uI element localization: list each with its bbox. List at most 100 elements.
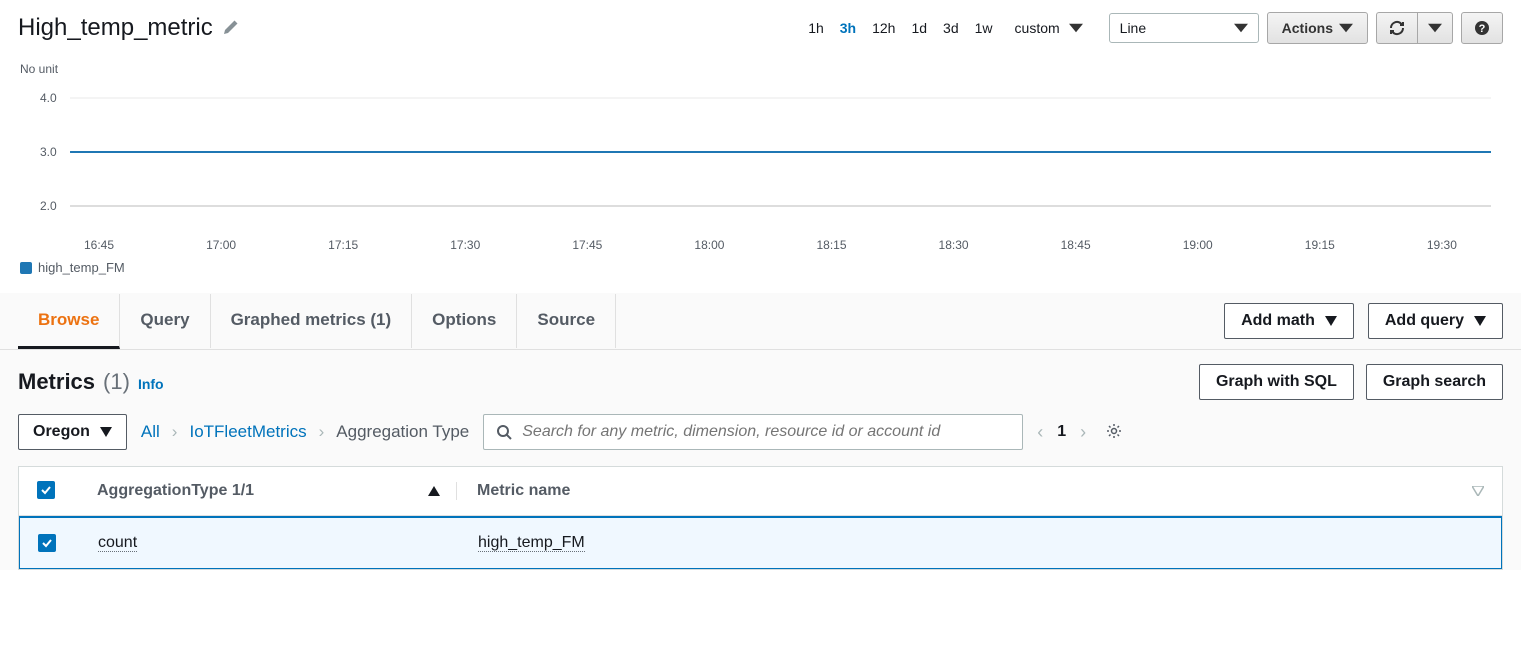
ytick-2: 2.0 bbox=[40, 199, 57, 213]
refresh-icon bbox=[1389, 20, 1405, 36]
search-box[interactable] bbox=[483, 414, 1023, 450]
caret-down-icon bbox=[1069, 21, 1083, 35]
refresh-button-group bbox=[1376, 12, 1453, 44]
graph-with-sql-button[interactable]: Graph with SQL bbox=[1199, 364, 1354, 400]
edit-icon[interactable] bbox=[223, 19, 239, 38]
breadcrumb-current: Aggregation Type bbox=[336, 422, 469, 442]
line-chart[interactable]: 4.0 3.0 2.0 bbox=[20, 84, 1501, 234]
legend-swatch bbox=[20, 262, 32, 274]
chart-xticks: 16:45 17:00 17:15 17:30 17:45 18:00 18:1… bbox=[20, 234, 1501, 252]
tab-browse[interactable]: Browse bbox=[18, 294, 120, 349]
help-icon: ? bbox=[1474, 20, 1490, 36]
breadcrumb-all[interactable]: All bbox=[141, 422, 160, 442]
xtick: 18:00 bbox=[694, 238, 724, 252]
caret-down-icon bbox=[1428, 21, 1442, 35]
checkbox-checked-icon bbox=[37, 481, 55, 499]
column-aggregation-type[interactable]: AggregationType 1/1 bbox=[97, 482, 457, 500]
column-aggregation-label: AggregationType 1/1 bbox=[97, 482, 254, 500]
time-range-custom-label: custom bbox=[1009, 16, 1066, 40]
chevron-right-icon: › bbox=[319, 422, 325, 442]
info-link[interactable]: Info bbox=[138, 376, 164, 392]
actions-label: Actions bbox=[1282, 20, 1333, 36]
page-number: 1 bbox=[1057, 423, 1066, 441]
tab-source[interactable]: Source bbox=[517, 294, 616, 348]
tab-query[interactable]: Query bbox=[120, 294, 210, 348]
metrics-title-wrap: Metrics (1) Info bbox=[18, 369, 164, 395]
xtick: 19:15 bbox=[1305, 238, 1335, 252]
tab-graphed-metrics[interactable]: Graphed metrics (1) bbox=[211, 294, 413, 348]
tab-actions: Add math Add query bbox=[1224, 293, 1503, 349]
add-query-label: Add query bbox=[1385, 312, 1464, 330]
xtick: 17:30 bbox=[450, 238, 480, 252]
chart-type-select[interactable]: Line bbox=[1109, 13, 1259, 43]
time-range-3d[interactable]: 3d bbox=[937, 16, 965, 40]
xtick: 18:45 bbox=[1061, 238, 1091, 252]
checkbox-checked-icon bbox=[38, 534, 56, 552]
sort-icon bbox=[1472, 486, 1484, 496]
select-all-checkbox[interactable] bbox=[37, 481, 97, 501]
metrics-title: Metrics bbox=[18, 369, 95, 395]
add-math-label: Add math bbox=[1241, 312, 1315, 330]
time-range-1d[interactable]: 1d bbox=[905, 16, 933, 40]
tab-options[interactable]: Options bbox=[412, 294, 517, 348]
help-button[interactable]: ? bbox=[1461, 12, 1503, 44]
metrics-table: AggregationType 1/1 Metric name count hi… bbox=[18, 466, 1503, 570]
breadcrumb: All › IoTFleetMetrics › Aggregation Type bbox=[141, 422, 469, 442]
xtick: 17:00 bbox=[206, 238, 236, 252]
caret-down-icon bbox=[1474, 316, 1486, 326]
column-metric-label: Metric name bbox=[477, 482, 570, 500]
xtick: 19:30 bbox=[1427, 238, 1457, 252]
breadcrumb-namespace[interactable]: IoTFleetMetrics bbox=[189, 422, 306, 442]
caret-down-icon bbox=[1325, 316, 1337, 326]
chart-legend: high_temp_FM bbox=[20, 252, 1501, 275]
time-range-picker: 1h 3h 12h 1d 3d 1w custom bbox=[802, 12, 1088, 44]
cell-metric-name: high_temp_FM bbox=[458, 534, 1483, 552]
refresh-dropdown-button[interactable] bbox=[1417, 12, 1453, 44]
sort-asc-icon bbox=[428, 486, 440, 496]
chevron-right-icon: › bbox=[172, 422, 178, 442]
caret-down-icon bbox=[1339, 21, 1353, 35]
pager: ‹ 1 › bbox=[1037, 422, 1086, 443]
page-prev[interactable]: ‹ bbox=[1037, 422, 1043, 443]
region-select[interactable]: Oregon bbox=[18, 414, 127, 450]
metrics-head-actions: Graph with SQL Graph search bbox=[1199, 364, 1503, 400]
chart-y-unit: No unit bbox=[20, 62, 1501, 76]
page-next[interactable]: › bbox=[1080, 422, 1086, 443]
header-bar: High_temp_metric 1h 3h 12h 1d 3d 1w cust… bbox=[0, 0, 1521, 52]
region-label: Oregon bbox=[33, 423, 90, 441]
actions-button[interactable]: Actions bbox=[1267, 12, 1368, 44]
ytick-3: 3.0 bbox=[40, 145, 57, 159]
add-math-button[interactable]: Add math bbox=[1224, 303, 1354, 339]
metrics-section: Metrics (1) Info Graph with SQL Graph se… bbox=[0, 350, 1521, 570]
xtick: 17:15 bbox=[328, 238, 358, 252]
metrics-count: (1) bbox=[103, 369, 130, 395]
xtick: 18:15 bbox=[816, 238, 846, 252]
row-checkbox[interactable] bbox=[38, 534, 98, 552]
tabs: Browse Query Graphed metrics (1) Options… bbox=[18, 294, 1224, 348]
caret-down-icon bbox=[100, 427, 112, 437]
settings-icon[interactable] bbox=[1106, 423, 1122, 442]
chart-area: No unit 4.0 3.0 2.0 16:45 17:00 17:15 17… bbox=[0, 52, 1521, 281]
filter-row: Oregon All › IoTFleetMetrics › Aggregati… bbox=[18, 414, 1503, 450]
page-title: High_temp_metric bbox=[18, 14, 213, 42]
add-query-button[interactable]: Add query bbox=[1368, 303, 1503, 339]
graph-search-button[interactable]: Graph search bbox=[1366, 364, 1503, 400]
svg-text:?: ? bbox=[1479, 23, 1486, 35]
time-range-custom[interactable]: custom bbox=[1003, 12, 1089, 44]
search-icon bbox=[496, 424, 512, 440]
column-metric-name[interactable]: Metric name bbox=[457, 482, 1484, 500]
time-range-3h[interactable]: 3h bbox=[834, 16, 862, 40]
ytick-4: 4.0 bbox=[40, 91, 57, 105]
header-controls: 1h 3h 12h 1d 3d 1w custom Line Actions bbox=[802, 12, 1503, 44]
search-input[interactable] bbox=[522, 423, 1010, 441]
xtick: 19:00 bbox=[1183, 238, 1213, 252]
refresh-button[interactable] bbox=[1376, 12, 1417, 44]
legend-label[interactable]: high_temp_FM bbox=[38, 260, 125, 275]
time-range-12h[interactable]: 12h bbox=[866, 16, 901, 40]
table-row[interactable]: count high_temp_FM bbox=[19, 516, 1502, 569]
time-range-1w[interactable]: 1w bbox=[969, 16, 999, 40]
tabs-bar: Browse Query Graphed metrics (1) Options… bbox=[0, 293, 1521, 350]
cell-aggregation: count bbox=[98, 534, 458, 552]
title-wrap: High_temp_metric bbox=[18, 14, 802, 42]
time-range-1h[interactable]: 1h bbox=[802, 16, 830, 40]
